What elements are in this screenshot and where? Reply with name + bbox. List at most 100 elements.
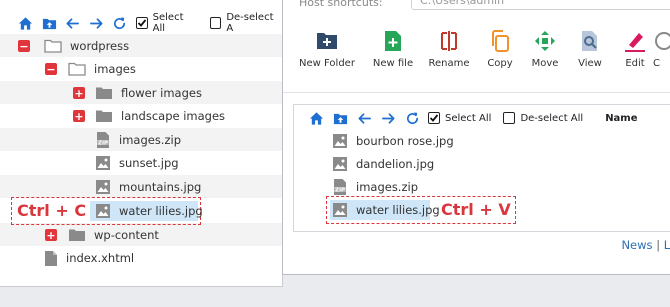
forward-arrow-icon[interactable] — [378, 108, 398, 128]
move-icon — [535, 31, 555, 51]
expand-plus-icon[interactable]: + — [73, 87, 85, 99]
tree-item-label: images.zip — [119, 133, 181, 147]
refresh-icon[interactable] — [110, 13, 130, 33]
file-manager-dialog: Host shortcuts: C:\Users\admin New Folde… — [282, 0, 670, 275]
host-shortcuts-label: Host shortcuts: — [299, 0, 383, 9]
name-column-header[interactable]: Name — [605, 113, 637, 124]
view-icon — [582, 31, 597, 51]
new-file-icon — [385, 31, 401, 51]
image-file-icon — [95, 179, 111, 195]
new-file-label: New file — [372, 58, 414, 69]
select-all-label: Select All — [152, 12, 184, 34]
new-folder-button[interactable]: New Folder — [299, 30, 355, 69]
file-row-dandelion[interactable]: dandelion.jpg — [332, 153, 434, 175]
more-button[interactable]: C — [649, 30, 670, 69]
new-folder-label: New Folder — [299, 58, 355, 69]
tree-item-label: mountains.jpg — [119, 180, 202, 194]
tree-item-mountains[interactable]: mountains.jpg — [95, 176, 201, 198]
tree-item-label: flower images — [121, 86, 202, 100]
image-file-icon — [95, 155, 111, 171]
more-label: C — [653, 58, 660, 69]
paste-shortcut-label: Ctrl + V — [441, 200, 511, 219]
new-file-button[interactable]: New file — [365, 30, 421, 69]
tree-item-label: landscape images — [121, 109, 226, 123]
back-arrow-icon[interactable] — [354, 108, 374, 128]
file-list-panel: Select All De-select All Name bourbon ro… — [293, 104, 670, 232]
checkbox-checked-icon — [135, 17, 148, 29]
tree-item-images-zip[interactable]: ZIP images.zip — [95, 129, 181, 151]
tree-toolbar: Select All De-select A — [16, 12, 282, 34]
image-file-icon — [332, 133, 348, 149]
file-list-toolbar: Select All De-select All Name — [306, 107, 638, 129]
collapse-minus-icon[interactable]: − — [45, 63, 57, 75]
image-file-icon — [95, 203, 111, 219]
folder-up-icon[interactable] — [40, 13, 60, 33]
forward-arrow-icon[interactable] — [87, 13, 107, 33]
refresh-icon[interactable] — [402, 108, 422, 128]
image-file-icon — [332, 156, 348, 172]
deselect-all-checkbox[interactable]: De-select All — [503, 112, 583, 124]
file-row-water-lilies[interactable]: water lilies.jpg — [332, 199, 440, 221]
zip-file-icon: ZIP — [95, 131, 111, 149]
file-row-images-zip[interactable]: ZIP images.zip — [332, 176, 418, 198]
folder-icon — [95, 86, 113, 100]
news-link[interactable]: News — [621, 238, 652, 252]
file-icon — [44, 250, 58, 267]
select-all-checkbox[interactable]: Select All — [428, 112, 491, 124]
folder-icon — [68, 62, 86, 76]
tree-item-water-lilies[interactable]: water lilies.jpg — [95, 200, 203, 222]
rename-label: Rename — [428, 58, 470, 69]
link-separator: | — [656, 238, 661, 252]
section-divider — [283, 92, 670, 93]
folder-icon — [44, 39, 62, 53]
zip-file-icon: ZIP — [332, 178, 348, 196]
rename-icon — [441, 31, 457, 51]
checkbox-empty-icon — [209, 17, 222, 29]
deselect-all-label: De-select All — [520, 112, 584, 124]
tree-item-landscape-images[interactable]: + landscape images — [73, 105, 225, 127]
folder-icon — [95, 109, 113, 123]
file-row-bourbon-rose[interactable]: bourbon rose.jpg — [332, 130, 454, 152]
back-arrow-icon[interactable] — [63, 13, 83, 33]
svg-text:ZIP: ZIP — [335, 187, 345, 193]
next-link[interactable]: Le — [664, 238, 670, 252]
copy-icon — [492, 30, 509, 52]
more-icon — [655, 32, 670, 50]
deselect-all-label: De-select A — [226, 12, 274, 34]
select-all-label: Select All — [445, 112, 492, 124]
file-label: images.zip — [356, 180, 418, 194]
file-label: dandelion.jpg — [356, 157, 435, 171]
file-label: bourbon rose.jpg — [356, 134, 454, 148]
select-all-checkbox[interactable]: Select All — [135, 12, 198, 34]
home-icon[interactable] — [16, 13, 36, 33]
tree-item-label: wordpress — [70, 39, 130, 53]
tree-item-images[interactable]: − images — [45, 58, 136, 80]
expand-plus-icon[interactable]: + — [45, 229, 57, 241]
host-shortcut-input[interactable]: C:\Users\admin — [411, 0, 670, 10]
copy-shortcut-label: Ctrl + C — [17, 201, 87, 220]
checkbox-empty-icon — [503, 112, 516, 124]
tree-item-sunset[interactable]: sunset.jpg — [95, 152, 179, 174]
tree-item-label: wp-content — [94, 228, 159, 242]
folder-icon — [68, 228, 86, 242]
new-folder-icon — [317, 33, 337, 49]
tree-item-index-xhtml[interactable]: index.xhtml — [44, 247, 134, 269]
tree-item-wordpress[interactable]: − wordpress — [18, 35, 129, 57]
deselect-all-checkbox[interactable]: De-select A — [209, 12, 282, 34]
rename-button[interactable]: Rename — [421, 30, 477, 69]
tree-panel: Select All De-select A − wordpress − ima… — [0, 0, 283, 287]
tree-item-wp-content[interactable]: + wp-content — [45, 224, 159, 246]
folder-up-icon[interactable] — [330, 108, 350, 128]
expand-plus-icon[interactable]: + — [73, 110, 85, 122]
checkbox-checked-icon — [428, 112, 440, 124]
collapse-minus-icon[interactable]: − — [18, 40, 30, 52]
tree-item-flower-images[interactable]: + flower images — [73, 82, 202, 104]
svg-text:ZIP: ZIP — [98, 140, 108, 146]
edit-icon — [625, 33, 645, 52]
tree-item-label: images — [94, 62, 136, 76]
home-icon[interactable] — [306, 108, 326, 128]
file-label: water lilies.jpg — [356, 203, 440, 217]
tree-item-label: water lilies.jpg — [119, 204, 203, 218]
footer-links: News | Le — [621, 238, 670, 252]
tree-item-label: index.xhtml — [66, 251, 135, 265]
